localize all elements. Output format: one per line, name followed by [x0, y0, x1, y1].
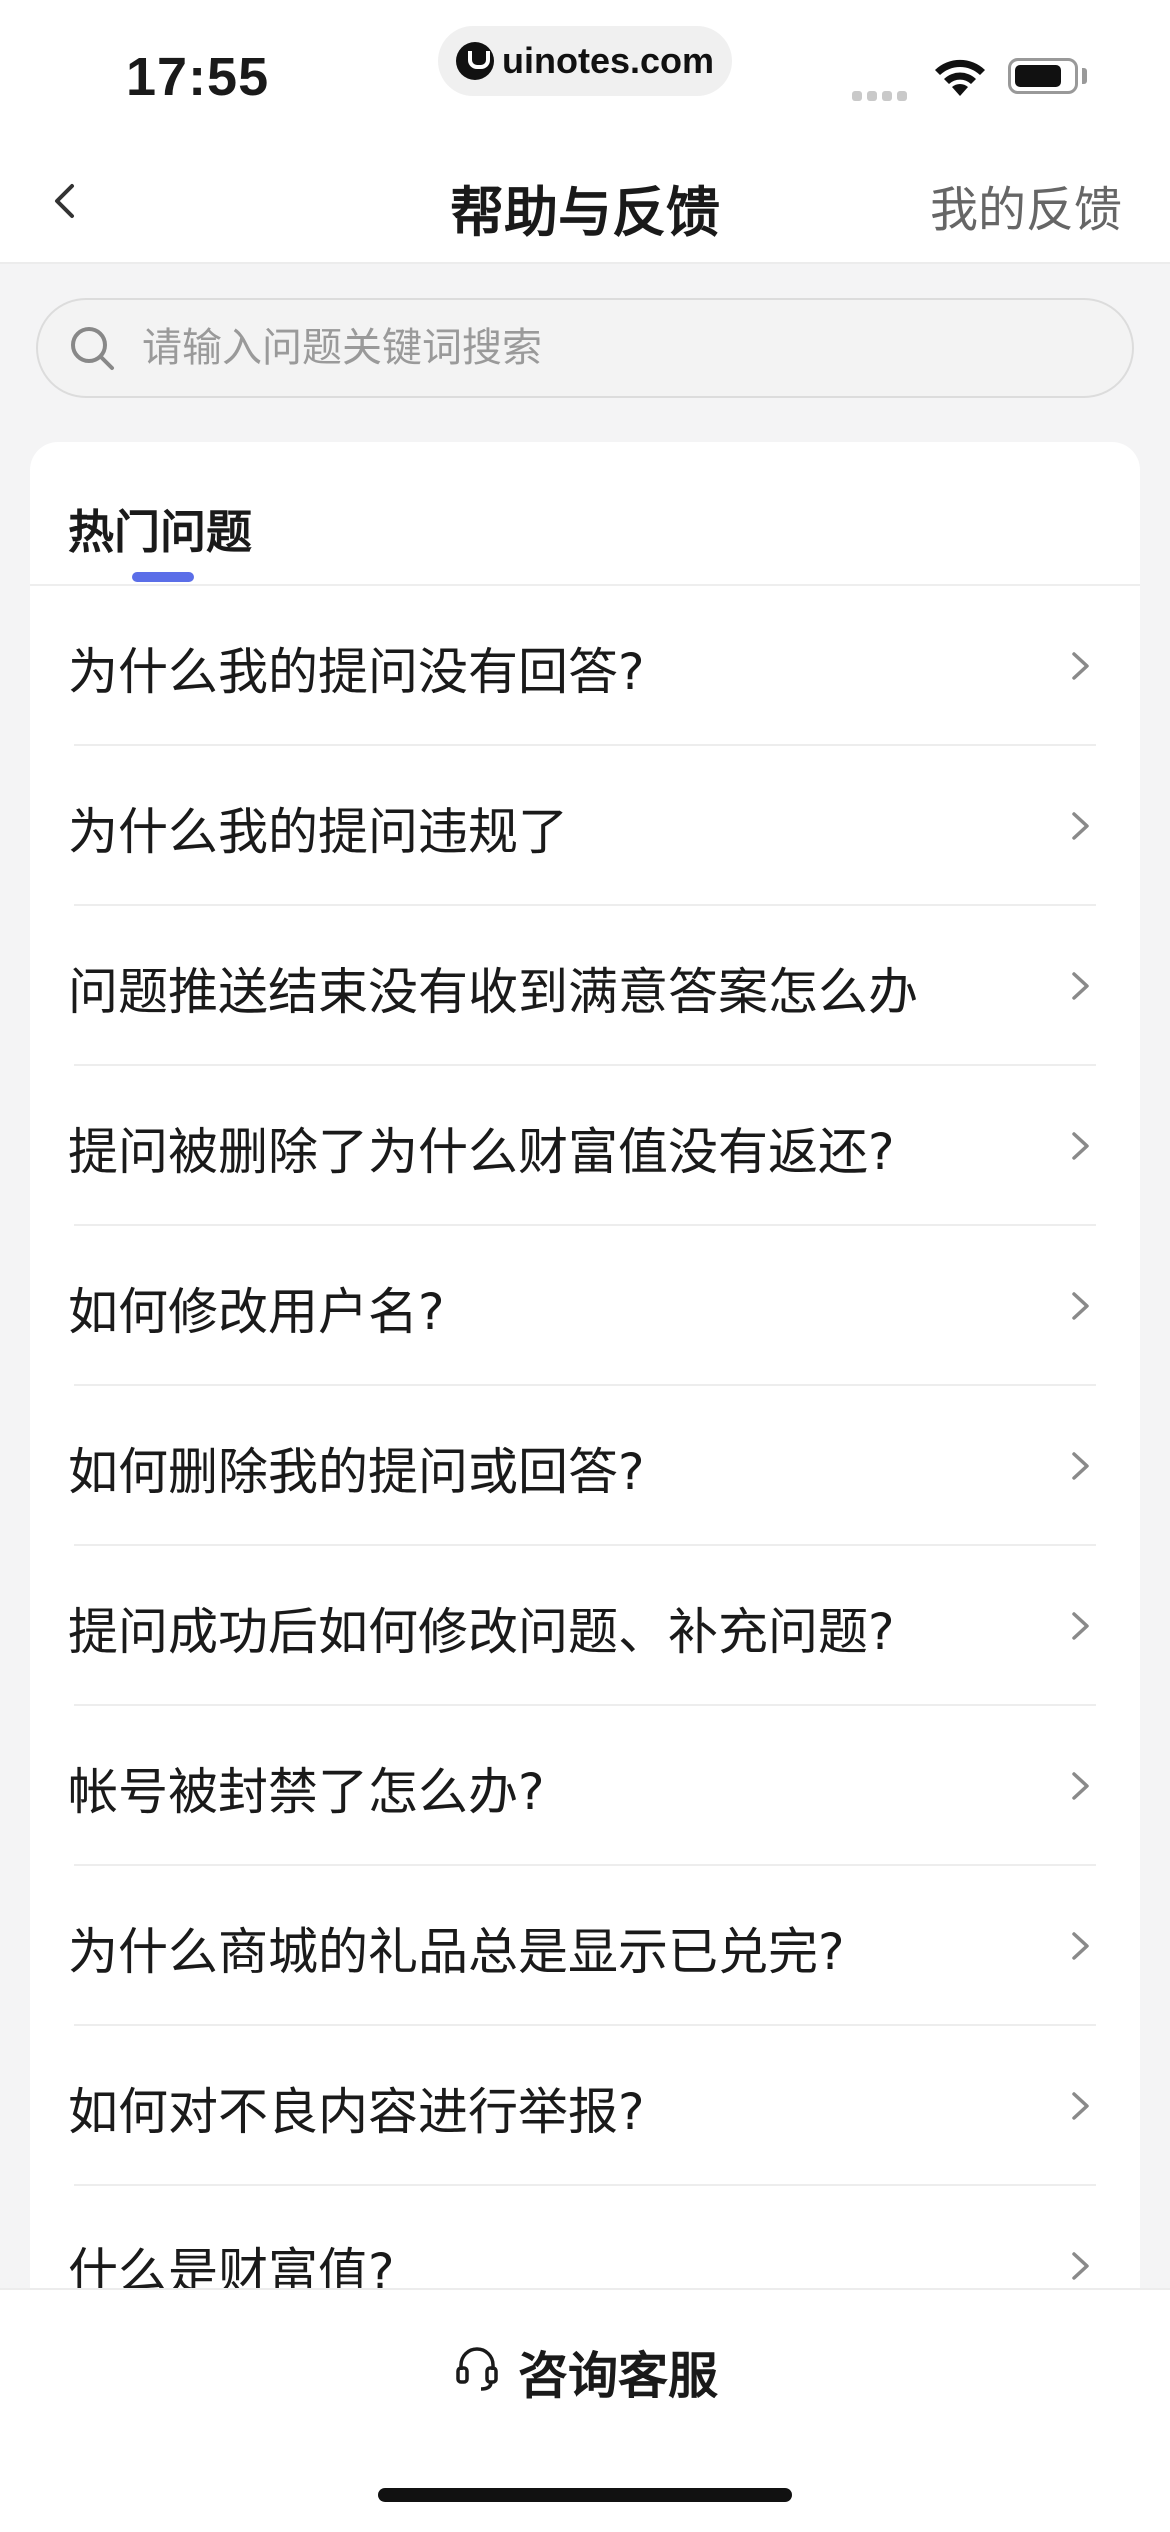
list-item[interactable]: 如何对不良内容进行举报?	[30, 2026, 1140, 2186]
faq-card: 热门问题 为什么我的提问没有回答? 为什么我的提问违规了 问题推送结束没有收到满…	[30, 442, 1140, 2292]
faq-question: 如何修改用户名?	[68, 1283, 445, 1341]
list-item[interactable]: 帐号被封禁了怎么办?	[30, 1706, 1140, 1866]
status-time: 17:55	[126, 47, 270, 107]
faq-question: 提问被删除了为什么财富值没有返还?	[68, 1123, 895, 1181]
list-item[interactable]: 提问被删除了为什么财富值没有返还?	[30, 1066, 1140, 1226]
tab-bar: 热门问题	[30, 442, 1140, 586]
url-pill[interactable]: uinotes.com	[438, 26, 732, 96]
list-item[interactable]: 为什么我的提问没有回答?	[30, 586, 1140, 746]
faq-question: 问题推送结束没有收到满意答案怎么办	[68, 963, 918, 1021]
list-item[interactable]: 如何删除我的提问或回答?	[30, 1386, 1140, 1546]
headset-icon	[456, 2347, 498, 2391]
battery-tip	[1082, 68, 1087, 84]
faq-question: 为什么商城的礼品总是显示已兑完?	[68, 1923, 845, 1981]
list-item[interactable]: 为什么我的提问违规了	[30, 746, 1140, 906]
search-input[interactable]	[142, 300, 1102, 396]
faq-question: 什么是财富值?	[68, 2243, 395, 2292]
chevron-right-icon	[1072, 1772, 1089, 1800]
chevron-right-icon	[1072, 1932, 1089, 1960]
chevron-right-icon	[1072, 972, 1089, 1000]
service-label: 咨询客服	[518, 2347, 718, 2405]
faq-question: 提问成功后如何修改问题、补充问题?	[68, 1603, 895, 1661]
chevron-right-icon	[1072, 1132, 1089, 1160]
nav-bar: 帮助与反馈 我的反馈	[0, 140, 1170, 264]
customer-service-button[interactable]: 咨询客服	[450, 2326, 730, 2406]
chevron-right-icon	[1072, 2252, 1089, 2280]
faq-question: 帐号被封禁了怎么办?	[68, 1763, 545, 1821]
faq-question: 为什么我的提问违规了	[68, 803, 568, 861]
wifi-icon	[935, 59, 985, 96]
my-feedback-link[interactable]: 我的反馈	[930, 170, 1122, 240]
lock-icon	[456, 42, 494, 80]
faq-question: 为什么我的提问没有回答?	[68, 643, 645, 701]
home-indicator	[378, 2488, 792, 2502]
list-item[interactable]: 什么是财富值?	[30, 2186, 1140, 2292]
chevron-right-icon	[1072, 2092, 1089, 2120]
search-icon	[71, 327, 114, 370]
tab-active-indicator	[132, 572, 194, 582]
url-text: uinotes.com	[502, 40, 715, 81]
list-item[interactable]: 提问成功后如何修改问题、补充问题?	[30, 1546, 1140, 1706]
chevron-right-icon	[1072, 652, 1089, 680]
list-item[interactable]: 如何修改用户名?	[30, 1226, 1140, 1386]
list-item[interactable]: 问题推送结束没有收到满意答案怎么办	[30, 906, 1140, 1066]
search-box[interactable]	[36, 298, 1134, 398]
status-bar: 17:55 uinotes.com	[0, 0, 1170, 140]
faq-list: 为什么我的提问没有回答? 为什么我的提问违规了 问题推送结束没有收到满意答案怎么…	[30, 586, 1140, 2292]
cellular-signal-icon	[852, 86, 912, 105]
battery-icon	[1008, 58, 1078, 94]
faq-question: 如何删除我的提问或回答?	[68, 1443, 645, 1501]
tab-hot-questions[interactable]: 热门问题	[68, 496, 252, 562]
chevron-right-icon	[1072, 1292, 1089, 1320]
chevron-right-icon	[1072, 1612, 1089, 1640]
faq-question: 如何对不良内容进行举报?	[68, 2083, 645, 2141]
chevron-right-icon	[1072, 812, 1089, 840]
chevron-right-icon	[1072, 1452, 1089, 1480]
list-item[interactable]: 为什么商城的礼品总是显示已兑完?	[30, 1866, 1140, 2026]
bottom-bar: 咨询客服	[0, 2288, 1170, 2532]
